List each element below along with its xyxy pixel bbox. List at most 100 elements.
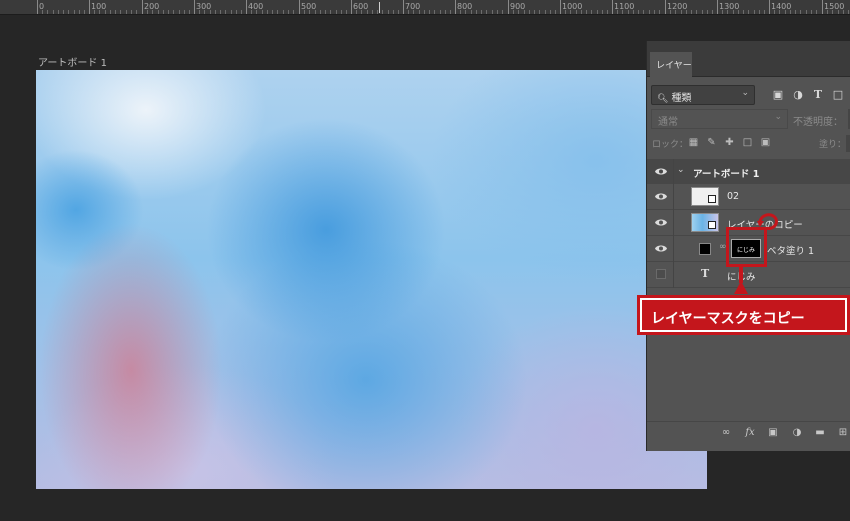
ruler-cursor-marker: [379, 2, 380, 13]
ruler-minor-tick: [492, 10, 493, 14]
text-filter-icon[interactable]: T: [811, 88, 825, 102]
new-group-icon[interactable]: ▬: [813, 426, 827, 440]
ruler-major-tick: [612, 0, 613, 14]
ruler-minor-tick: [184, 10, 185, 14]
fill-color-swatch[interactable]: [699, 243, 711, 255]
ruler-minor-tick: [68, 10, 69, 14]
ruler-minor-tick: [210, 10, 211, 14]
ruler-minor-tick: [743, 10, 744, 14]
visibility-eye-icon[interactable]: [655, 192, 667, 201]
ruler-minor-tick: [277, 10, 278, 14]
ruler-minor-tick: [267, 10, 268, 14]
ruler-minor-tick: [47, 10, 48, 14]
ruler-minor-tick: [419, 10, 420, 14]
layer-name: アートボード 1: [693, 169, 760, 180]
ruler-minor-tick: [450, 10, 451, 14]
ruler-minor-tick: [696, 10, 697, 14]
layer-02[interactable]: 02: [647, 184, 850, 210]
ruler-minor-tick: [764, 10, 765, 14]
ruler-minor-tick: [602, 10, 603, 14]
ruler-minor-tick: [204, 10, 205, 14]
adjustment-filter-icon[interactable]: ◑: [791, 88, 805, 102]
lock-artboard-icon[interactable]: □: [741, 136, 754, 149]
ruler-minor-tick: [434, 10, 435, 14]
shape-filter-icon[interactable]: □: [831, 88, 845, 102]
lock-all-icon[interactable]: ▣: [759, 136, 772, 149]
lock-paint-icon[interactable]: ✎: [705, 136, 718, 149]
layer-thumbnail: [691, 213, 719, 232]
ruler-minor-tick: [607, 10, 608, 14]
ruler-minor-tick: [272, 10, 273, 14]
ruler-minor-tick: [811, 10, 812, 14]
ruler-minor-tick: [738, 10, 739, 14]
ruler-minor-tick: [848, 10, 849, 14]
visibility-eye-icon[interactable]: [655, 218, 667, 227]
ruler-minor-tick: [843, 10, 844, 14]
ruler-major-tick: [455, 0, 456, 14]
ruler-minor-tick: [58, 10, 59, 14]
add-mask-icon[interactable]: ▣: [766, 426, 780, 440]
ruler-minor-tick: [617, 10, 618, 14]
ruler-minor-tick: [424, 10, 425, 14]
ruler-minor-tick: [241, 10, 242, 14]
artboard-canvas[interactable]: [36, 70, 707, 489]
visibility-eye-icon[interactable]: [655, 167, 667, 176]
ruler-minor-tick: [325, 10, 326, 14]
layer-artboard-group[interactable]: ⌄ アートボード 1: [647, 159, 850, 185]
ruler-minor-tick: [654, 10, 655, 14]
ruler-minor-tick: [341, 10, 342, 14]
ruler-minor-tick: [346, 10, 347, 14]
new-layer-icon[interactable]: ⊞: [836, 426, 850, 440]
visibility-off-box[interactable]: [656, 269, 666, 279]
ruler-minor-tick: [555, 10, 556, 14]
layer-name: 02: [727, 191, 740, 202]
ruler-minor-tick: [173, 10, 174, 14]
new-adjustment-icon[interactable]: ◑: [790, 426, 804, 440]
visibility-eye-icon[interactable]: [655, 244, 667, 253]
ruler-minor-tick: [481, 10, 482, 14]
horizontal-ruler[interactable]: 0 100 200 300 400 500 600 700 800 900 1000 1100 1200…: [0, 0, 850, 15]
ruler-minor-tick: [110, 10, 111, 14]
ruler-minor-tick: [795, 10, 796, 14]
column-divider: [673, 159, 674, 185]
link-layers-icon[interactable]: ∞: [719, 426, 733, 440]
ruler-minor-tick: [681, 10, 682, 14]
chevron-down-icon: ⌄: [774, 112, 782, 122]
blend-row: 通常 ⌄ 不透明度：: [647, 109, 850, 131]
ruler-minor-tick: [633, 10, 634, 14]
expand-chevron-icon[interactable]: ⌄: [677, 165, 685, 175]
ruler-minor-tick: [550, 10, 551, 14]
filter-kind-select[interactable]: 🔍︎ 種類 ⌄: [651, 85, 755, 105]
ruler-minor-tick: [628, 10, 629, 14]
ruler-minor-tick: [361, 10, 362, 14]
ruler-minor-tick: [727, 10, 728, 14]
ruler-minor-tick: [576, 10, 577, 14]
ruler-minor-tick: [622, 10, 623, 14]
artboard-label[interactable]: アートボード 1: [38, 54, 107, 69]
ruler-minor-tick: [147, 10, 148, 14]
panel-tab-bar: レイヤー: [647, 41, 850, 77]
ruler-minor-tick: [779, 10, 780, 14]
ruler-minor-tick: [225, 10, 226, 14]
lock-transparent-icon[interactable]: ▦: [687, 136, 700, 149]
lock-row: ロック： ▦ ✎ ✚ □ ▣ 塗り：: [647, 135, 850, 153]
ruler-minor-tick: [686, 10, 687, 14]
ruler-minor-tick: [486, 10, 487, 14]
blend-mode-select[interactable]: 通常 ⌄: [651, 109, 788, 129]
ruler-minor-tick: [367, 10, 368, 14]
blend-mode-value: 通常: [658, 117, 678, 128]
ruler-minor-tick: [586, 10, 587, 14]
ruler-minor-tick: [236, 10, 237, 14]
fx-icon[interactable]: fx: [743, 426, 757, 440]
tab-layers[interactable]: レイヤー: [650, 52, 692, 77]
image-filter-icon[interactable]: ▣: [771, 88, 785, 102]
fill-field[interactable]: [846, 135, 850, 152]
ruler-minor-tick: [131, 10, 132, 14]
ruler-minor-tick: [754, 10, 755, 14]
ruler-minor-tick: [476, 10, 477, 14]
ruler-minor-tick: [534, 10, 535, 14]
ruler-minor-tick: [707, 10, 708, 14]
ruler-minor-tick: [545, 10, 546, 14]
lock-position-icon[interactable]: ✚: [723, 136, 736, 149]
ruler-minor-tick: [382, 10, 383, 14]
